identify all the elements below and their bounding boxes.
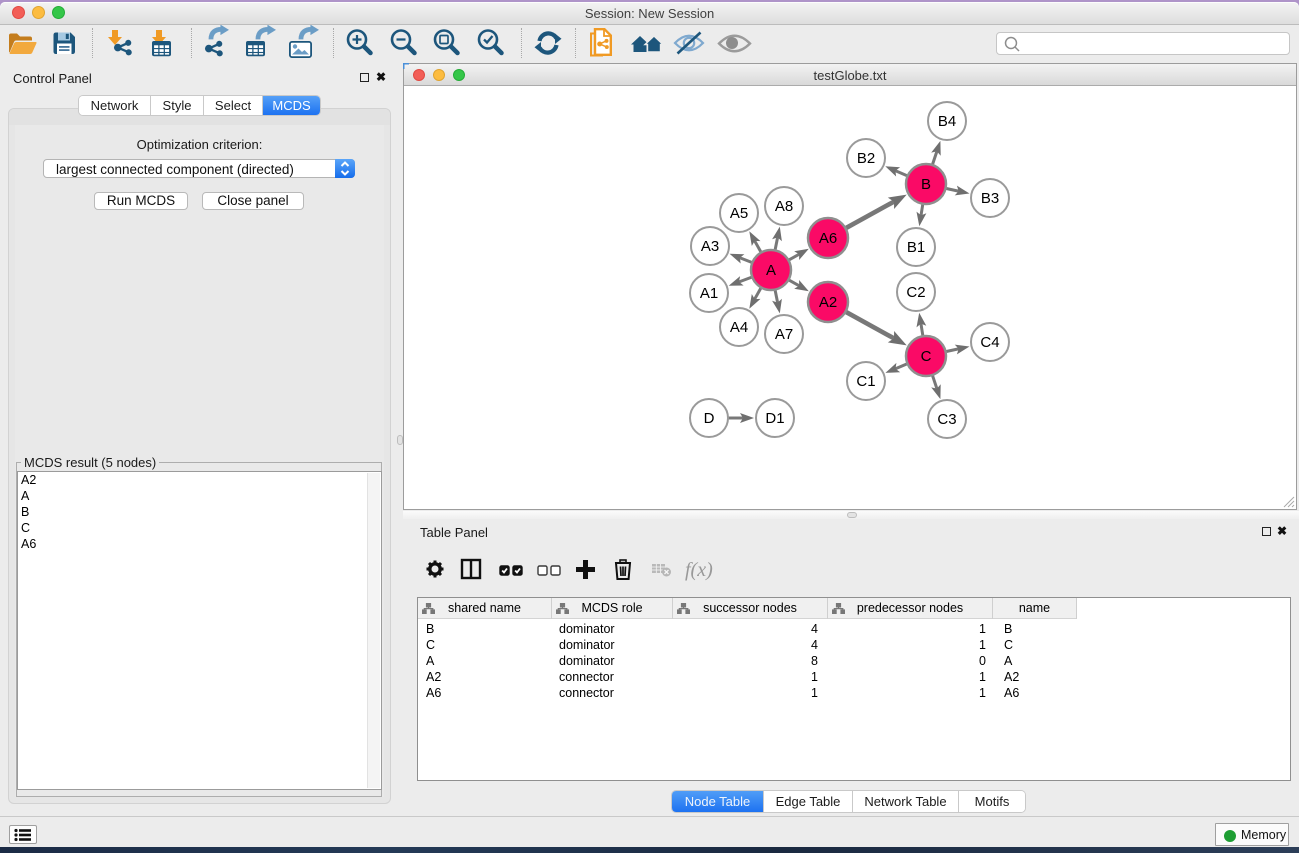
svg-text:C4: C4 (980, 334, 999, 351)
svg-text:C2: C2 (906, 284, 925, 301)
svg-text:C1: C1 (856, 373, 875, 390)
svg-text:B2: B2 (857, 150, 875, 167)
svg-text:A4: A4 (730, 319, 748, 336)
svg-text:D: D (704, 410, 715, 427)
svg-text:B: B (921, 176, 931, 193)
svg-text:C: C (921, 348, 932, 365)
svg-text:A8: A8 (775, 198, 793, 215)
svg-text:f(x): f(x) (685, 559, 713, 581)
svg-text:C3: C3 (937, 411, 956, 428)
svg-text:D1: D1 (765, 410, 784, 427)
svg-text:A2: A2 (819, 294, 837, 311)
svg-text:B4: B4 (938, 113, 956, 130)
svg-text:A3: A3 (701, 238, 719, 255)
svg-text:A7: A7 (775, 326, 793, 343)
svg-text:A6: A6 (819, 230, 837, 247)
svg-text:A1: A1 (700, 285, 718, 302)
svg-text:A5: A5 (730, 205, 748, 222)
svg-text:B1: B1 (907, 239, 925, 256)
svg-text:B3: B3 (981, 190, 999, 207)
svg-text:A: A (766, 262, 776, 279)
